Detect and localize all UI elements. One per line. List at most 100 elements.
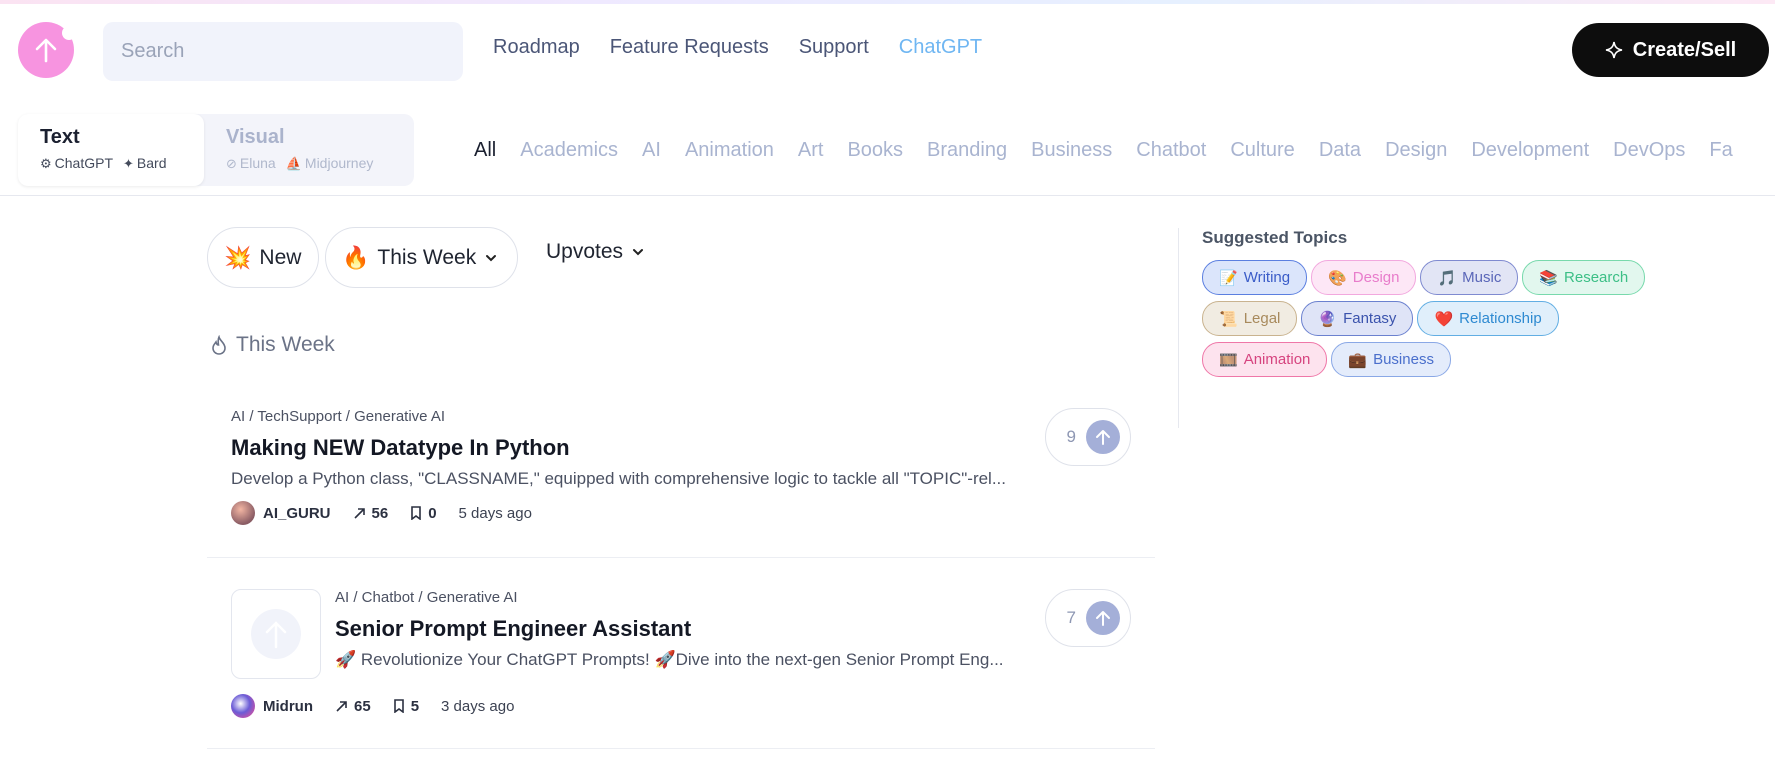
sparkle-icon: [1605, 41, 1622, 59]
topic-emoji-icon: ❤️: [1434, 310, 1454, 328]
nav-chatgpt[interactable]: ChatGPT: [899, 36, 982, 59]
bookmark-icon: [393, 699, 404, 713]
header-divider: [0, 195, 1775, 196]
upvote-button[interactable]: 9: [1045, 408, 1131, 466]
saves-count: 5: [393, 698, 419, 715]
category-data[interactable]: Data: [1319, 139, 1361, 162]
category-art[interactable]: Art: [798, 139, 824, 162]
prompt-breadcrumb: AI / Chatbot / Generative AI: [335, 589, 518, 606]
category-fa[interactable]: Fa: [1709, 139, 1732, 162]
sort-label: Upvotes: [546, 240, 624, 263]
topic-chip-animation[interactable]: 🎞️ Animation: [1202, 342, 1328, 377]
midjourney-sail-icon: ⛵: [285, 156, 302, 171]
category-design[interactable]: Design: [1385, 139, 1447, 162]
prompt-meta: AI_GURU 56 0 5 days ago: [231, 501, 1035, 525]
filter-this-week-dropdown[interactable]: 🔥 This Week: [325, 227, 518, 288]
topic-label: Fantasy: [1343, 310, 1397, 327]
topic-chip-legal[interactable]: 📜 Legal: [1202, 301, 1298, 336]
sort-upvotes-dropdown[interactable]: Upvotes: [546, 240, 645, 264]
avatar: [231, 501, 255, 525]
topic-chips: 📝 Writing 🎨 Design 🎵 Music 📚 Research 📜 Legal 🔮 Fan…: [1202, 260, 1662, 377]
upvote-button[interactable]: 7: [1045, 589, 1131, 647]
topic-label: Writing: [1243, 269, 1291, 286]
tab-visual-title: Visual: [226, 126, 285, 148]
vote-count: 9: [1066, 427, 1076, 446]
topic-chip-music[interactable]: 🎵 Music: [1420, 260, 1519, 295]
prompt-title[interactable]: Making NEW Datatype In Python: [231, 435, 1035, 461]
nav-roadmap[interactable]: Roadmap: [493, 36, 580, 59]
uses-count: 56: [353, 505, 388, 522]
topic-label: Music: [1462, 269, 1502, 286]
category-business[interactable]: Business: [1031, 139, 1112, 162]
topic-label: Animation: [1243, 351, 1311, 368]
suggested-topics-panel: Suggested Topics 📝 Writing 🎨 Design 🎵 Music 📚 R…: [1202, 228, 1662, 377]
topic-chip-research[interactable]: 📚 Research: [1522, 260, 1646, 295]
prompt-card[interactable]: AI / TechSupport / Generative AI Making …: [207, 398, 1155, 558]
prompt-card[interactable]: AI / Chatbot / Generative AI Senior Prom…: [207, 579, 1155, 749]
create-sell-label: Create/Sell: [1632, 38, 1737, 61]
author[interactable]: Midrun: [231, 694, 313, 718]
category-ai[interactable]: AI: [642, 139, 661, 162]
topic-emoji-icon: 📝: [1219, 269, 1238, 287]
topic-chip-fantasy[interactable]: 🔮 Fantasy: [1301, 301, 1414, 336]
suggested-topics-title: Suggested Topics: [1202, 228, 1348, 247]
midjourney-model: ⛵ Midjourney: [285, 155, 374, 171]
fire-icon: 🔥: [342, 244, 370, 270]
prompt-thumbnail: [231, 589, 321, 679]
category-branding[interactable]: Branding: [927, 139, 1007, 162]
nav-feature-requests[interactable]: Feature Requests: [610, 36, 769, 59]
topic-emoji-icon: 🎞️: [1219, 351, 1238, 369]
topic-chip-design[interactable]: 🎨 Design: [1311, 260, 1417, 295]
chevron-down-icon: [633, 249, 644, 256]
category-books[interactable]: Books: [847, 139, 903, 162]
prompt-meta: Midrun 65 5 3 days ago: [231, 694, 514, 718]
topic-chip-writing[interactable]: 📝 Writing: [1202, 260, 1308, 295]
category-culture[interactable]: Culture: [1230, 139, 1294, 162]
timestamp: 5 days ago: [458, 504, 532, 522]
nav-support[interactable]: Support: [799, 36, 869, 59]
topic-label: Design: [1352, 269, 1400, 286]
topic-emoji-icon: 💼: [1348, 351, 1368, 369]
prompt-description: Develop a Python class, "CLASSNAME," equ…: [231, 469, 1007, 488]
category-animation[interactable]: Animation: [685, 139, 774, 162]
category-all[interactable]: All: [474, 139, 496, 162]
search-input[interactable]: [103, 22, 463, 81]
category-chatbot[interactable]: Chatbot: [1136, 139, 1206, 162]
topic-emoji-icon: 🔮: [1318, 310, 1338, 328]
chatgpt-model: ⚙ ChatGPT: [40, 155, 114, 171]
author[interactable]: AI_GURU: [231, 501, 331, 525]
prompt-description: 🚀 Revolutionize Your ChatGPT Prompts! 🚀D…: [335, 650, 1004, 669]
logo-placeholder-icon: [251, 609, 301, 659]
tab-visual[interactable]: Visual ⊘ Eluna ⛵ Midjourney: [204, 114, 414, 186]
site-logo[interactable]: [18, 22, 76, 78]
topic-label: Relationship: [1459, 310, 1542, 327]
filter-week-label: This Week: [377, 245, 477, 269]
create-sell-button[interactable]: Create/Sell: [1572, 23, 1769, 77]
topic-emoji-icon: 🎨: [1328, 269, 1347, 287]
bard-sparkle-icon: ✦: [123, 156, 134, 171]
vote-count: 7: [1066, 608, 1076, 627]
category-academics[interactable]: Academics: [520, 139, 618, 162]
topic-emoji-icon: 📚: [1539, 269, 1559, 287]
sparkle-burst-icon: 💥: [224, 244, 252, 270]
filter-new-button[interactable]: 💥 New: [207, 227, 319, 288]
trend-arrow-icon: [353, 507, 365, 519]
topic-emoji-icon: 📜: [1219, 310, 1238, 328]
topic-chip-business[interactable]: 💼 Business: [1331, 342, 1451, 377]
category-development[interactable]: Development: [1471, 139, 1589, 162]
model-type-tabs: Text ⚙ ChatGPT ✦ Bard Visual ⊘ Eluna ⛵ Midjo…: [18, 114, 414, 186]
header: Roadmap Feature Requests Support ChatGPT…: [0, 4, 1775, 100]
openai-icon: ⚙: [40, 156, 52, 171]
tab-text[interactable]: Text ⚙ ChatGPT ✦ Bard: [18, 114, 204, 186]
top-nav: Roadmap Feature Requests Support ChatGPT: [493, 36, 982, 59]
category-devops[interactable]: DevOps: [1613, 139, 1685, 162]
filter-new-label: New: [259, 245, 302, 269]
tab-text-title: Text: [40, 126, 80, 148]
topic-chip-relationship[interactable]: ❤️ Relationship: [1417, 301, 1559, 336]
trend-arrow-icon: [336, 700, 347, 712]
bookmark-icon: [411, 506, 422, 520]
section-title: This Week: [210, 333, 335, 357]
prompt-title[interactable]: Senior Prompt Engineer Assistant: [335, 616, 1035, 642]
eluna-model: ⊘ Eluna: [226, 155, 276, 171]
arrow-up-icon: [1086, 420, 1120, 454]
